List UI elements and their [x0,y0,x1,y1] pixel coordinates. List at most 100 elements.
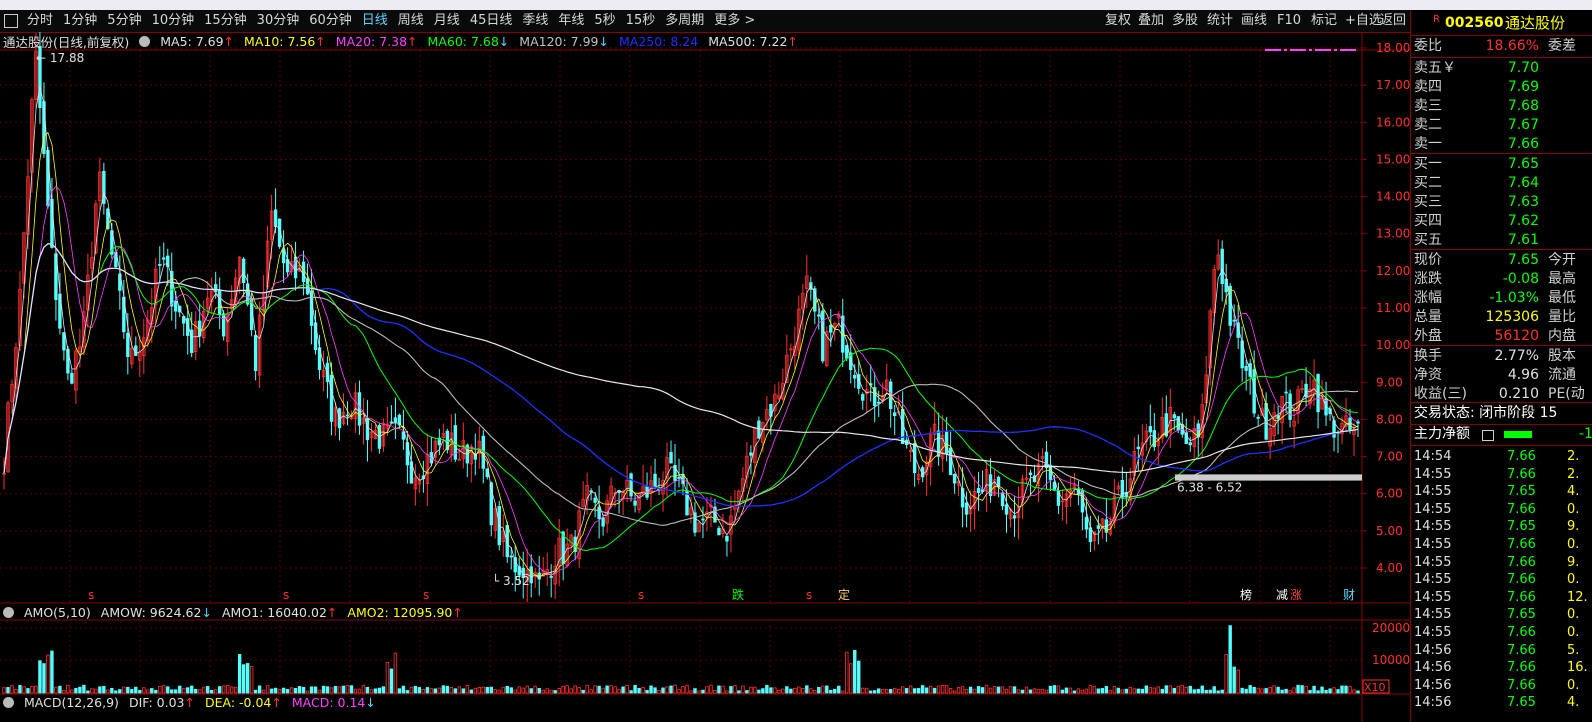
event-marker[interactable]: 财 [1343,588,1355,602]
period-tab[interactable]: 15分钟 [199,10,252,32]
volume-bar [637,687,641,694]
period-tab[interactable]: 45日线 [465,10,518,32]
tick-row: 14:55 7.66 9. [1411,554,1592,571]
volume-bar [425,687,430,694]
event-marker[interactable]: 榜 [1240,587,1252,602]
macd-collapse-icon[interactable] [3,697,14,708]
stat-label: 换手 [1414,348,1442,364]
volume-bar [653,687,657,694]
candle-body [162,257,166,260]
volume-bars [2,625,1360,694]
volume-bar [1336,689,1340,694]
period-tab[interactable]: 分时 [22,10,58,32]
volume-bar [649,685,653,694]
volume-bar [1280,689,1284,694]
candle-body [126,332,130,358]
period-tab[interactable]: 5分钟 [102,10,146,32]
trade-status-text: 交易状态: 闭市阶段 15 [1414,405,1558,421]
volume-bar [102,685,106,694]
toolbar-button[interactable]: 统计 [1207,10,1233,32]
candle-body [1188,442,1192,446]
legend-arrow: ↑ [452,605,463,620]
period-tab[interactable]: 季线 [517,10,553,32]
volume-bar [1252,686,1256,694]
volume-bar [1164,685,1168,694]
candle-body [166,255,170,267]
stat-right-label: 股本 [1548,348,1576,364]
event-marker[interactable]: 定 [838,587,850,602]
volume-bar [725,690,729,694]
amo-collapse-icon[interactable] [3,607,14,618]
period-tab[interactable]: 1分钟 [58,10,102,32]
tick-volume: 0. [1567,501,1580,517]
period-tab[interactable]: 更多 > [709,10,760,32]
period-tab[interactable]: 月线 [429,10,465,32]
volume-bar [497,689,501,694]
event-marker[interactable]: 跌 [732,587,744,602]
tick-time: 14:55 [1414,625,1452,640]
tick-volume: 4. [1567,484,1580,500]
volume-bar [1056,685,1061,694]
volume-bar [42,663,46,694]
book-label: 买一 [1414,156,1442,172]
period-tab[interactable]: 15秒 [621,10,661,32]
event-marker[interactable]: s [638,588,644,602]
weibi-row: 委比 18.66% 委差 [1411,37,1592,56]
period-tab[interactable]: 年线 [553,10,589,32]
book-label: 卖四 [1414,79,1442,95]
period-tab[interactable]: 30分钟 [252,10,305,32]
volume-bar [1284,688,1288,694]
toolbar-button[interactable]: 画线 [1241,10,1267,32]
list-icon[interactable] [1482,430,1494,441]
volume-bar [453,688,458,694]
volume-bar [46,654,50,694]
period-tab[interactable]: 5秒 [589,10,620,32]
chart-mode-icon[interactable] [4,14,18,28]
period-tab[interactable]: 多周期 [660,10,709,32]
toolbar-button[interactable]: 返回 [1380,10,1406,32]
collapse-icon[interactable] [139,36,151,47]
book-price: 7.67 [1507,117,1539,133]
toolbar-button[interactable]: F10 [1277,10,1301,32]
event-marker[interactable]: s [283,588,289,602]
weicha-label: 委差 [1548,38,1576,54]
event-marker[interactable]: 减 [1276,588,1288,602]
book-label: 买四 [1414,213,1442,229]
volume-bar [166,686,170,694]
toolbar-button[interactable]: 多股 [1172,10,1198,32]
period-tab[interactable]: 10分钟 [147,10,200,32]
toolbar-button[interactable]: 标记 [1311,10,1337,32]
candle-body [653,473,657,487]
period-tab[interactable]: 60分钟 [304,10,357,32]
event-marker[interactable]: s [423,588,429,602]
toolbar-button[interactable]: +自选 [1345,10,1382,32]
price-info-row: 通达股份(日线,前复权) MA5: 7.69↑ MA10: 7.56↑ MA20: … [0,33,798,50]
volume-bar [1128,686,1133,694]
event-marker[interactable]: s [88,588,94,602]
volume-bar [677,689,681,694]
period-tab[interactable]: 周线 [393,10,429,32]
volume-bar [513,689,517,694]
book-row: 买四 7.62 [1411,212,1592,231]
volume-bar [433,688,438,694]
legend-item: MA120: 7.99↓ [519,34,609,49]
volume-bar [765,684,769,694]
volume-bar [1320,686,1324,694]
volume-bar [213,689,218,694]
event-marker[interactable]: 涨 [1290,587,1302,602]
toolbar-button[interactable]: 复权 [1105,10,1131,32]
legend-item: AMO2: 12095.90↑ [347,605,462,620]
volume-bar [1152,687,1157,694]
book-label: 卖二 [1414,117,1442,133]
volume-bar [1028,689,1033,694]
legend-label: AMOW: 9624.62 [100,605,202,620]
toolbar-button[interactable]: 叠加 [1138,10,1164,32]
stat-value: -0.08 [1502,271,1539,287]
event-marker[interactable]: s [806,588,812,602]
volume-bar [369,689,374,694]
book-row: 卖五￥ 7.70 [1411,59,1592,78]
volume-bar [1036,689,1041,694]
volume-bar [1032,688,1037,694]
legend-label: AMO1: 16040.02 [221,605,327,620]
period-tab[interactable]: 日线 [357,10,393,32]
